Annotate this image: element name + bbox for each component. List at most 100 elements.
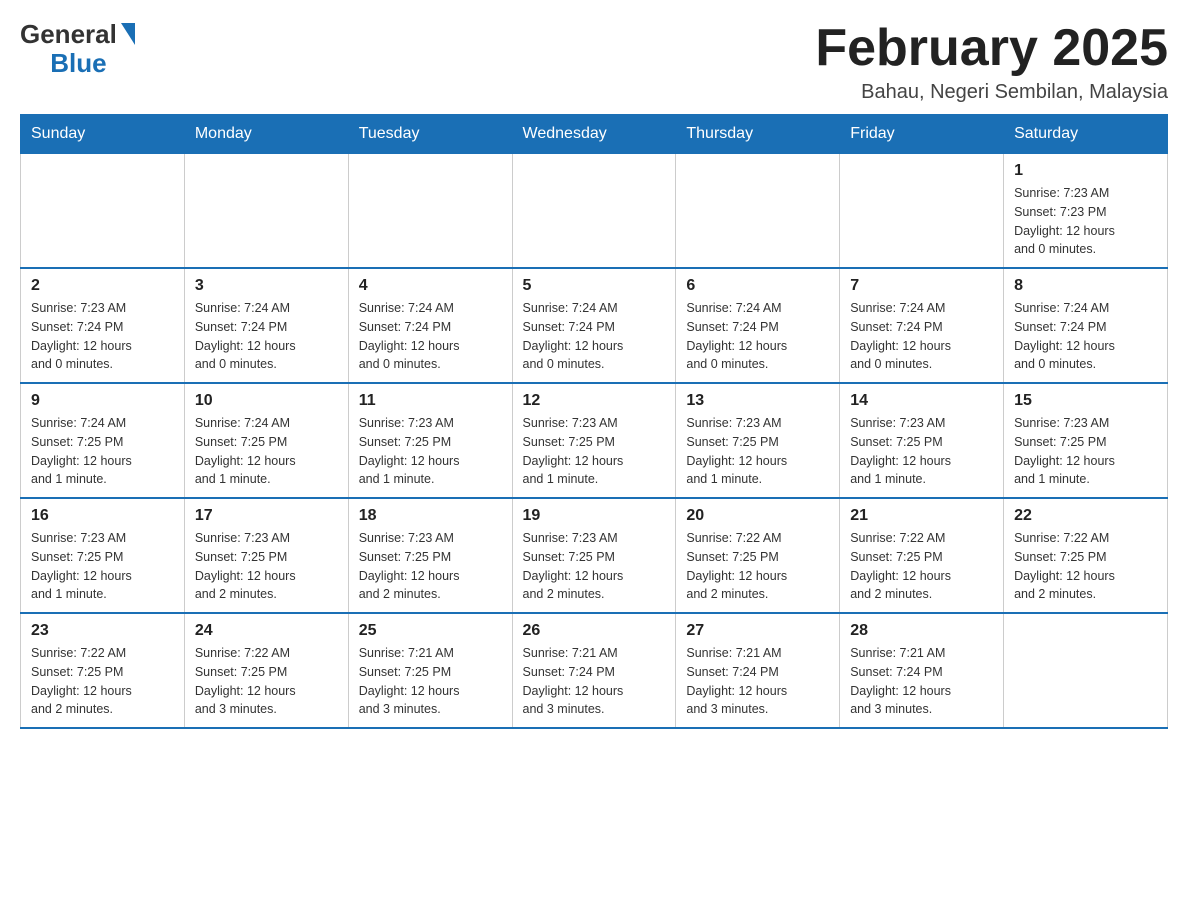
- table-row: 10 Sunrise: 7:24 AMSunset: 7:25 PMDayligh…: [184, 383, 348, 498]
- day-number: 20: [686, 507, 829, 525]
- table-row: 27 Sunrise: 7:21 AMSunset: 7:24 PMDayligh…: [676, 613, 840, 728]
- day-info: Sunrise: 7:24 AMSunset: 7:25 PMDaylight:…: [31, 414, 174, 489]
- day-info: Sunrise: 7:21 AMSunset: 7:24 PMDaylight:…: [686, 644, 829, 719]
- col-friday: Friday: [840, 115, 1004, 154]
- day-number: 18: [359, 507, 502, 525]
- table-row: 12 Sunrise: 7:23 AMSunset: 7:25 PMDayligh…: [512, 383, 676, 498]
- day-number: 22: [1014, 507, 1157, 525]
- day-info: Sunrise: 7:22 AMSunset: 7:25 PMDaylight:…: [1014, 529, 1157, 604]
- table-row: 19 Sunrise: 7:23 AMSunset: 7:25 PMDayligh…: [512, 498, 676, 613]
- day-number: 8: [1014, 277, 1157, 295]
- day-number: 6: [686, 277, 829, 295]
- day-number: 3: [195, 277, 338, 295]
- day-number: 16: [31, 507, 174, 525]
- day-info: Sunrise: 7:23 AMSunset: 7:25 PMDaylight:…: [850, 414, 993, 489]
- table-row: 15 Sunrise: 7:23 AMSunset: 7:25 PMDayligh…: [1004, 383, 1168, 498]
- day-number: 21: [850, 507, 993, 525]
- calendar-week-row: 9 Sunrise: 7:24 AMSunset: 7:25 PMDaylight…: [21, 383, 1168, 498]
- table-row: 25 Sunrise: 7:21 AMSunset: 7:25 PMDayligh…: [348, 613, 512, 728]
- page-header: GeneralBlue February 2025 Bahau, Negeri …: [20, 20, 1168, 104]
- day-number: 4: [359, 277, 502, 295]
- table-row: 3Sunrise: 7:24 AMSunset: 7:24 PMDaylight…: [184, 268, 348, 383]
- day-info: Sunrise: 7:23 AMSunset: 7:25 PMDaylight:…: [359, 414, 502, 489]
- table-row: 5Sunrise: 7:24 AMSunset: 7:24 PMDaylight…: [512, 268, 676, 383]
- day-info: Sunrise: 7:22 AMSunset: 7:25 PMDaylight:…: [850, 529, 993, 604]
- table-row: 28 Sunrise: 7:21 AMSunset: 7:24 PMDayligh…: [840, 613, 1004, 728]
- day-info: Sunrise: 7:23 AMSunset: 7:25 PMDaylight:…: [523, 414, 666, 489]
- page-subtitle: Bahau, Negeri Sembilan, Malaysia: [815, 81, 1168, 104]
- calendar-header-row: Sunday Monday Tuesday Wednesday Thursday…: [21, 115, 1168, 154]
- day-info: Sunrise: 7:21 AMSunset: 7:24 PMDaylight:…: [523, 644, 666, 719]
- col-sunday: Sunday: [21, 115, 185, 154]
- col-tuesday: Tuesday: [348, 115, 512, 154]
- table-row: [348, 154, 512, 269]
- day-number: 10: [195, 392, 338, 410]
- col-thursday: Thursday: [676, 115, 840, 154]
- day-info: Sunrise: 7:23 AMSunset: 7:25 PMDaylight:…: [195, 529, 338, 604]
- day-number: 12: [523, 392, 666, 410]
- day-number: 25: [359, 622, 502, 640]
- table-row: 1 Sunrise: 7:23 AMSunset: 7:23 PMDaylight…: [1004, 154, 1168, 269]
- day-number: 28: [850, 622, 993, 640]
- day-number: 27: [686, 622, 829, 640]
- col-saturday: Saturday: [1004, 115, 1168, 154]
- calendar-week-row: 1 Sunrise: 7:23 AMSunset: 7:23 PMDaylight…: [21, 154, 1168, 269]
- table-row: 16 Sunrise: 7:23 AMSunset: 7:25 PMDayligh…: [21, 498, 185, 613]
- table-row: 23 Sunrise: 7:22 AMSunset: 7:25 PMDayligh…: [21, 613, 185, 728]
- day-number: 17: [195, 507, 338, 525]
- day-number: 7: [850, 277, 993, 295]
- day-number: 1: [1014, 162, 1157, 180]
- day-info: Sunrise: 7:23 AMSunset: 7:23 PMDaylight:…: [1014, 184, 1157, 259]
- table-row: 26Sunrise: 7:21 AMSunset: 7:24 PMDayligh…: [512, 613, 676, 728]
- day-number: 5: [523, 277, 666, 295]
- day-info: Sunrise: 7:23 AMSunset: 7:25 PMDaylight:…: [31, 529, 174, 604]
- calendar-week-row: 16 Sunrise: 7:23 AMSunset: 7:25 PMDayligh…: [21, 498, 1168, 613]
- table-row: 21 Sunrise: 7:22 AMSunset: 7:25 PMDayligh…: [840, 498, 1004, 613]
- table-row: 11 Sunrise: 7:23 AMSunset: 7:25 PMDayligh…: [348, 383, 512, 498]
- table-row: [840, 154, 1004, 269]
- table-row: 4 Sunrise: 7:24 AMSunset: 7:24 PMDaylight…: [348, 268, 512, 383]
- day-number: 14: [850, 392, 993, 410]
- day-info: Sunrise: 7:23 AMSunset: 7:25 PMDaylight:…: [359, 529, 502, 604]
- table-row: 22 Sunrise: 7:22 AMSunset: 7:25 PMDayligh…: [1004, 498, 1168, 613]
- table-row: 20 Sunrise: 7:22 AMSunset: 7:25 PMDayligh…: [676, 498, 840, 613]
- table-row: 8Sunrise: 7:24 AMSunset: 7:24 PMDaylight…: [1004, 268, 1168, 383]
- col-wednesday: Wednesday: [512, 115, 676, 154]
- calendar-week-row: 23 Sunrise: 7:22 AMSunset: 7:25 PMDayligh…: [21, 613, 1168, 728]
- calendar-table: Sunday Monday Tuesday Wednesday Thursday…: [20, 114, 1168, 729]
- day-number: 9: [31, 392, 174, 410]
- table-row: 7 Sunrise: 7:24 AMSunset: 7:24 PMDaylight…: [840, 268, 1004, 383]
- day-number: 15: [1014, 392, 1157, 410]
- logo: GeneralBlue: [20, 20, 137, 77]
- day-info: Sunrise: 7:23 AMSunset: 7:24 PMDaylight:…: [31, 299, 174, 374]
- day-number: 23: [31, 622, 174, 640]
- table-row: [676, 154, 840, 269]
- day-info: Sunrise: 7:22 AMSunset: 7:25 PMDaylight:…: [31, 644, 174, 719]
- table-row: 13Sunrise: 7:23 AMSunset: 7:25 PMDayligh…: [676, 383, 840, 498]
- day-info: Sunrise: 7:23 AMSunset: 7:25 PMDaylight:…: [1014, 414, 1157, 489]
- table-row: 24Sunrise: 7:22 AMSunset: 7:25 PMDayligh…: [184, 613, 348, 728]
- day-number: 24: [195, 622, 338, 640]
- day-info: Sunrise: 7:21 AMSunset: 7:25 PMDaylight:…: [359, 644, 502, 719]
- day-info: Sunrise: 7:23 AMSunset: 7:25 PMDaylight:…: [686, 414, 829, 489]
- table-row: 6 Sunrise: 7:24 AMSunset: 7:24 PMDaylight…: [676, 268, 840, 383]
- day-number: 11: [359, 392, 502, 410]
- day-info: Sunrise: 7:23 AMSunset: 7:25 PMDaylight:…: [523, 529, 666, 604]
- day-info: Sunrise: 7:24 AMSunset: 7:24 PMDaylight:…: [850, 299, 993, 374]
- calendar-week-row: 2 Sunrise: 7:23 AMSunset: 7:24 PMDaylight…: [21, 268, 1168, 383]
- title-block: February 2025 Bahau, Negeri Sembilan, Ma…: [815, 20, 1168, 104]
- table-row: 14 Sunrise: 7:23 AMSunset: 7:25 PMDayligh…: [840, 383, 1004, 498]
- table-row: [184, 154, 348, 269]
- page-title: February 2025: [815, 20, 1168, 77]
- day-info: Sunrise: 7:22 AMSunset: 7:25 PMDaylight:…: [686, 529, 829, 604]
- table-row: [512, 154, 676, 269]
- day-number: 19: [523, 507, 666, 525]
- day-info: Sunrise: 7:24 AMSunset: 7:25 PMDaylight:…: [195, 414, 338, 489]
- table-row: 17 Sunrise: 7:23 AMSunset: 7:25 PMDayligh…: [184, 498, 348, 613]
- day-info: Sunrise: 7:24 AMSunset: 7:24 PMDaylight:…: [359, 299, 502, 374]
- table-row: [1004, 613, 1168, 728]
- day-number: 2: [31, 277, 174, 295]
- table-row: 18 Sunrise: 7:23 AMSunset: 7:25 PMDayligh…: [348, 498, 512, 613]
- day-info: Sunrise: 7:21 AMSunset: 7:24 PMDaylight:…: [850, 644, 993, 719]
- day-info: Sunrise: 7:24 AMSunset: 7:24 PMDaylight:…: [686, 299, 829, 374]
